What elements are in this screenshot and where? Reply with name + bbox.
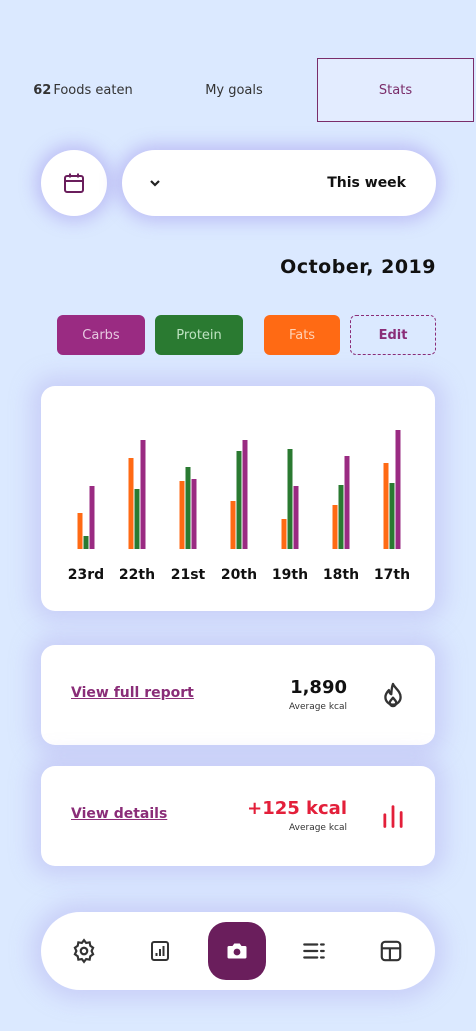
filter-fats-chip[interactable]: Fats (264, 315, 340, 355)
month-title: October, 2019 (280, 256, 436, 278)
tab-my-goals-label: My goals (205, 82, 263, 98)
bar-fats-18th (332, 505, 338, 549)
filter-carbs-label: Carbs (82, 327, 120, 343)
bar-fats-22th (128, 458, 134, 549)
tab-foods-eaten[interactable]: 62 Foods eaten (14, 58, 152, 122)
filter-protein-chip[interactable]: Protein (155, 315, 243, 355)
edit-filters-label: Edit (378, 327, 408, 343)
nav-list[interactable] (291, 928, 337, 974)
x-tick-label: 22th (119, 567, 155, 583)
flame-icon (384, 682, 402, 708)
bar-carbs-18th (344, 456, 350, 549)
bar-fats-17th (383, 463, 389, 549)
tab-foods-eaten-label: Foods eaten (53, 82, 133, 98)
gear-icon (73, 938, 95, 964)
kcal-difference-caption: Average kcal (289, 823, 347, 833)
bar-carbs-17th (395, 430, 401, 549)
bar-fats-23rd (77, 513, 83, 549)
tab-stats-label: Stats (378, 82, 413, 98)
edit-filters-button[interactable]: Edit (350, 315, 436, 355)
nutrition-bar-chart: 23rd 22th 21st 20th 19th 18th 17th (68, 430, 410, 583)
bar-fats-21st (179, 481, 185, 549)
bar-carbs-21st (191, 479, 197, 549)
bar-protein-21st (185, 467, 191, 549)
nav-settings[interactable] (61, 928, 107, 974)
bar-protein-17th (389, 483, 395, 549)
calendar-button[interactable] (41, 150, 107, 216)
bar-fats-20th (230, 501, 236, 549)
tab-foods-eaten-count: 62 (33, 82, 52, 98)
average-kcal-caption: Average kcal (289, 702, 347, 712)
x-tick-label: 23rd (68, 567, 104, 583)
view-details-link[interactable]: View details (71, 806, 167, 822)
week-select-value: This week (327, 175, 406, 191)
x-tick-label: 21st (171, 567, 206, 583)
filter-carbs-chip[interactable]: Carbs (57, 315, 145, 355)
filter-protein-label: Protein (176, 327, 222, 343)
layout-icon (380, 940, 402, 962)
list-icon (303, 943, 325, 959)
nav-camera-button[interactable] (208, 922, 266, 980)
tab-stats[interactable]: Stats (317, 58, 474, 122)
nav-dashboard[interactable] (368, 928, 414, 974)
bar-carbs-19th (293, 486, 299, 549)
top-tabs: 62 Foods eaten My goals Stats (0, 58, 476, 122)
filter-fats-label: Fats (288, 327, 316, 343)
average-kcal-card: View full report 1,890 Average kcal (41, 645, 435, 745)
x-tick-label: 17th (374, 567, 410, 583)
bar-protein-22th (134, 489, 140, 549)
x-tick-label: 18th (323, 567, 359, 583)
bar-carbs-23rd (89, 486, 95, 549)
kcal-difference-card: View details +125 kcal Average kcal (41, 766, 435, 866)
bar-protein-20th (236, 451, 242, 549)
tab-my-goals[interactable]: My goals (165, 58, 303, 122)
kcal-difference-value: +125 kcal (247, 798, 347, 819)
calendar-icon (64, 173, 84, 193)
bar-carbs-22th (140, 440, 146, 549)
camera-icon (227, 943, 247, 959)
stats-chart-icon (151, 941, 169, 961)
bar-carbs-20th (242, 440, 248, 549)
bar-protein-18th (338, 485, 344, 549)
nav-stats[interactable] (137, 928, 183, 974)
bar-protein-23rd (83, 536, 89, 549)
bar-protein-19th (287, 449, 293, 549)
average-kcal-value: 1,890 (290, 677, 347, 698)
bar-fats-19th (281, 519, 287, 549)
nutrition-chart-card: 23rd 22th 21st 20th 19th 18th 17th (41, 386, 435, 611)
view-full-report-link[interactable]: View full report (71, 685, 194, 701)
x-tick-label: 20th (221, 567, 257, 583)
bottom-navigation (41, 912, 435, 990)
x-tick-label: 19th (272, 567, 308, 583)
week-select[interactable]: This week (122, 150, 436, 216)
bar-levels-icon (383, 805, 403, 828)
chevron-down-icon (150, 180, 160, 187)
